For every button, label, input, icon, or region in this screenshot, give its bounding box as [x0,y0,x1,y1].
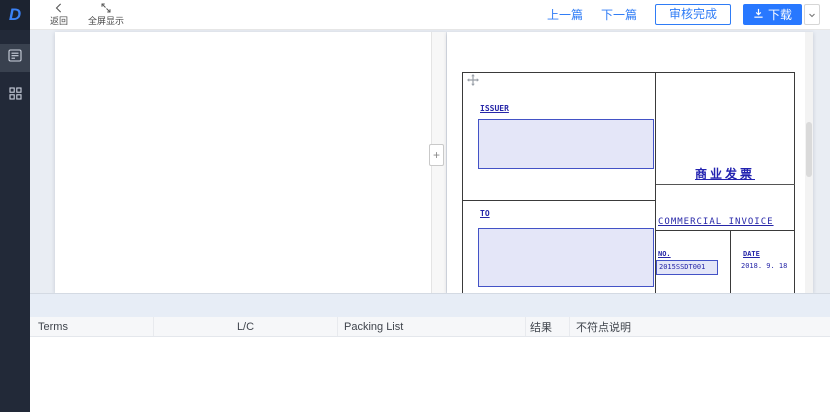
issuer-highlight-box[interactable] [478,119,654,169]
review-done-button[interactable]: 审核完成 [655,4,731,25]
lc-document-panel: + [55,32,446,293]
download-button[interactable]: 下载 [743,4,802,25]
to-label: TO [480,209,490,218]
fullscreen-button[interactable]: 全屏显示 [88,3,124,26]
compare-table-header: Terms L/C Packing List 结果 不符点说明 [30,317,830,337]
invoice-document: ISSUER TO 商业发票 COMMERCIAL INVOICE NO. 20… [447,32,813,293]
sidebar-item-documents[interactable] [0,44,30,72]
grid-icon [9,87,22,105]
caret-down-icon [808,6,816,24]
invoice-document-panel: ISSUER TO 商业发票 COMMERCIAL INVOICE NO. 20… [447,32,813,293]
fullscreen-label: 全屏显示 [88,16,124,26]
download-icon [753,8,764,22]
invoice-title-en: COMMERCIAL INVOICE [658,217,774,227]
header-packing-list: Packing List [338,317,526,336]
app-logo: D [0,0,30,30]
header-discrepancy-note: 不符点说明 [570,317,830,336]
invoice-vertical-scrollbar[interactable] [805,32,813,293]
invoice-date-value: 2018. 9. 18 [741,262,787,270]
invoice-no-label: NO. [658,250,671,258]
document-compare-area: + ISSUER TO 商业发票 COM [30,30,830,293]
invoice-date-label: DATE [743,250,760,258]
download-label: 下载 [768,6,792,23]
issuer-label: ISSUER [480,104,509,113]
invoice-no-highlight-box[interactable]: 2015SSDT001 [656,260,718,275]
prev-doc-link[interactable]: 上一篇 [547,6,583,23]
chevron-left-icon [54,3,64,16]
document-icon [8,49,22,67]
header-lc: L/C [154,317,338,336]
fullscreen-icon [101,3,111,16]
header-terms: Terms [30,317,154,336]
sidebar-item-apps[interactable] [0,82,30,110]
compare-panel: Terms L/C Packing List 结果 不符点说明 [30,293,830,412]
zoom-in-button[interactable]: + [429,144,444,166]
sidebar: D [0,0,30,412]
header-result: 结果 [526,317,570,336]
invoice-title-cn: 商业发票 [655,165,795,182]
to-highlight-box[interactable] [478,228,654,287]
back-label: 返回 [50,16,68,26]
download-more-button[interactable] [804,4,820,25]
topbar: 返回 全屏显示 上一篇 下一篇 审核完成 下载 [30,0,830,30]
compare-tabs [30,294,830,317]
back-button[interactable]: 返回 [50,3,68,26]
next-doc-link[interactable]: 下一篇 [601,6,637,23]
